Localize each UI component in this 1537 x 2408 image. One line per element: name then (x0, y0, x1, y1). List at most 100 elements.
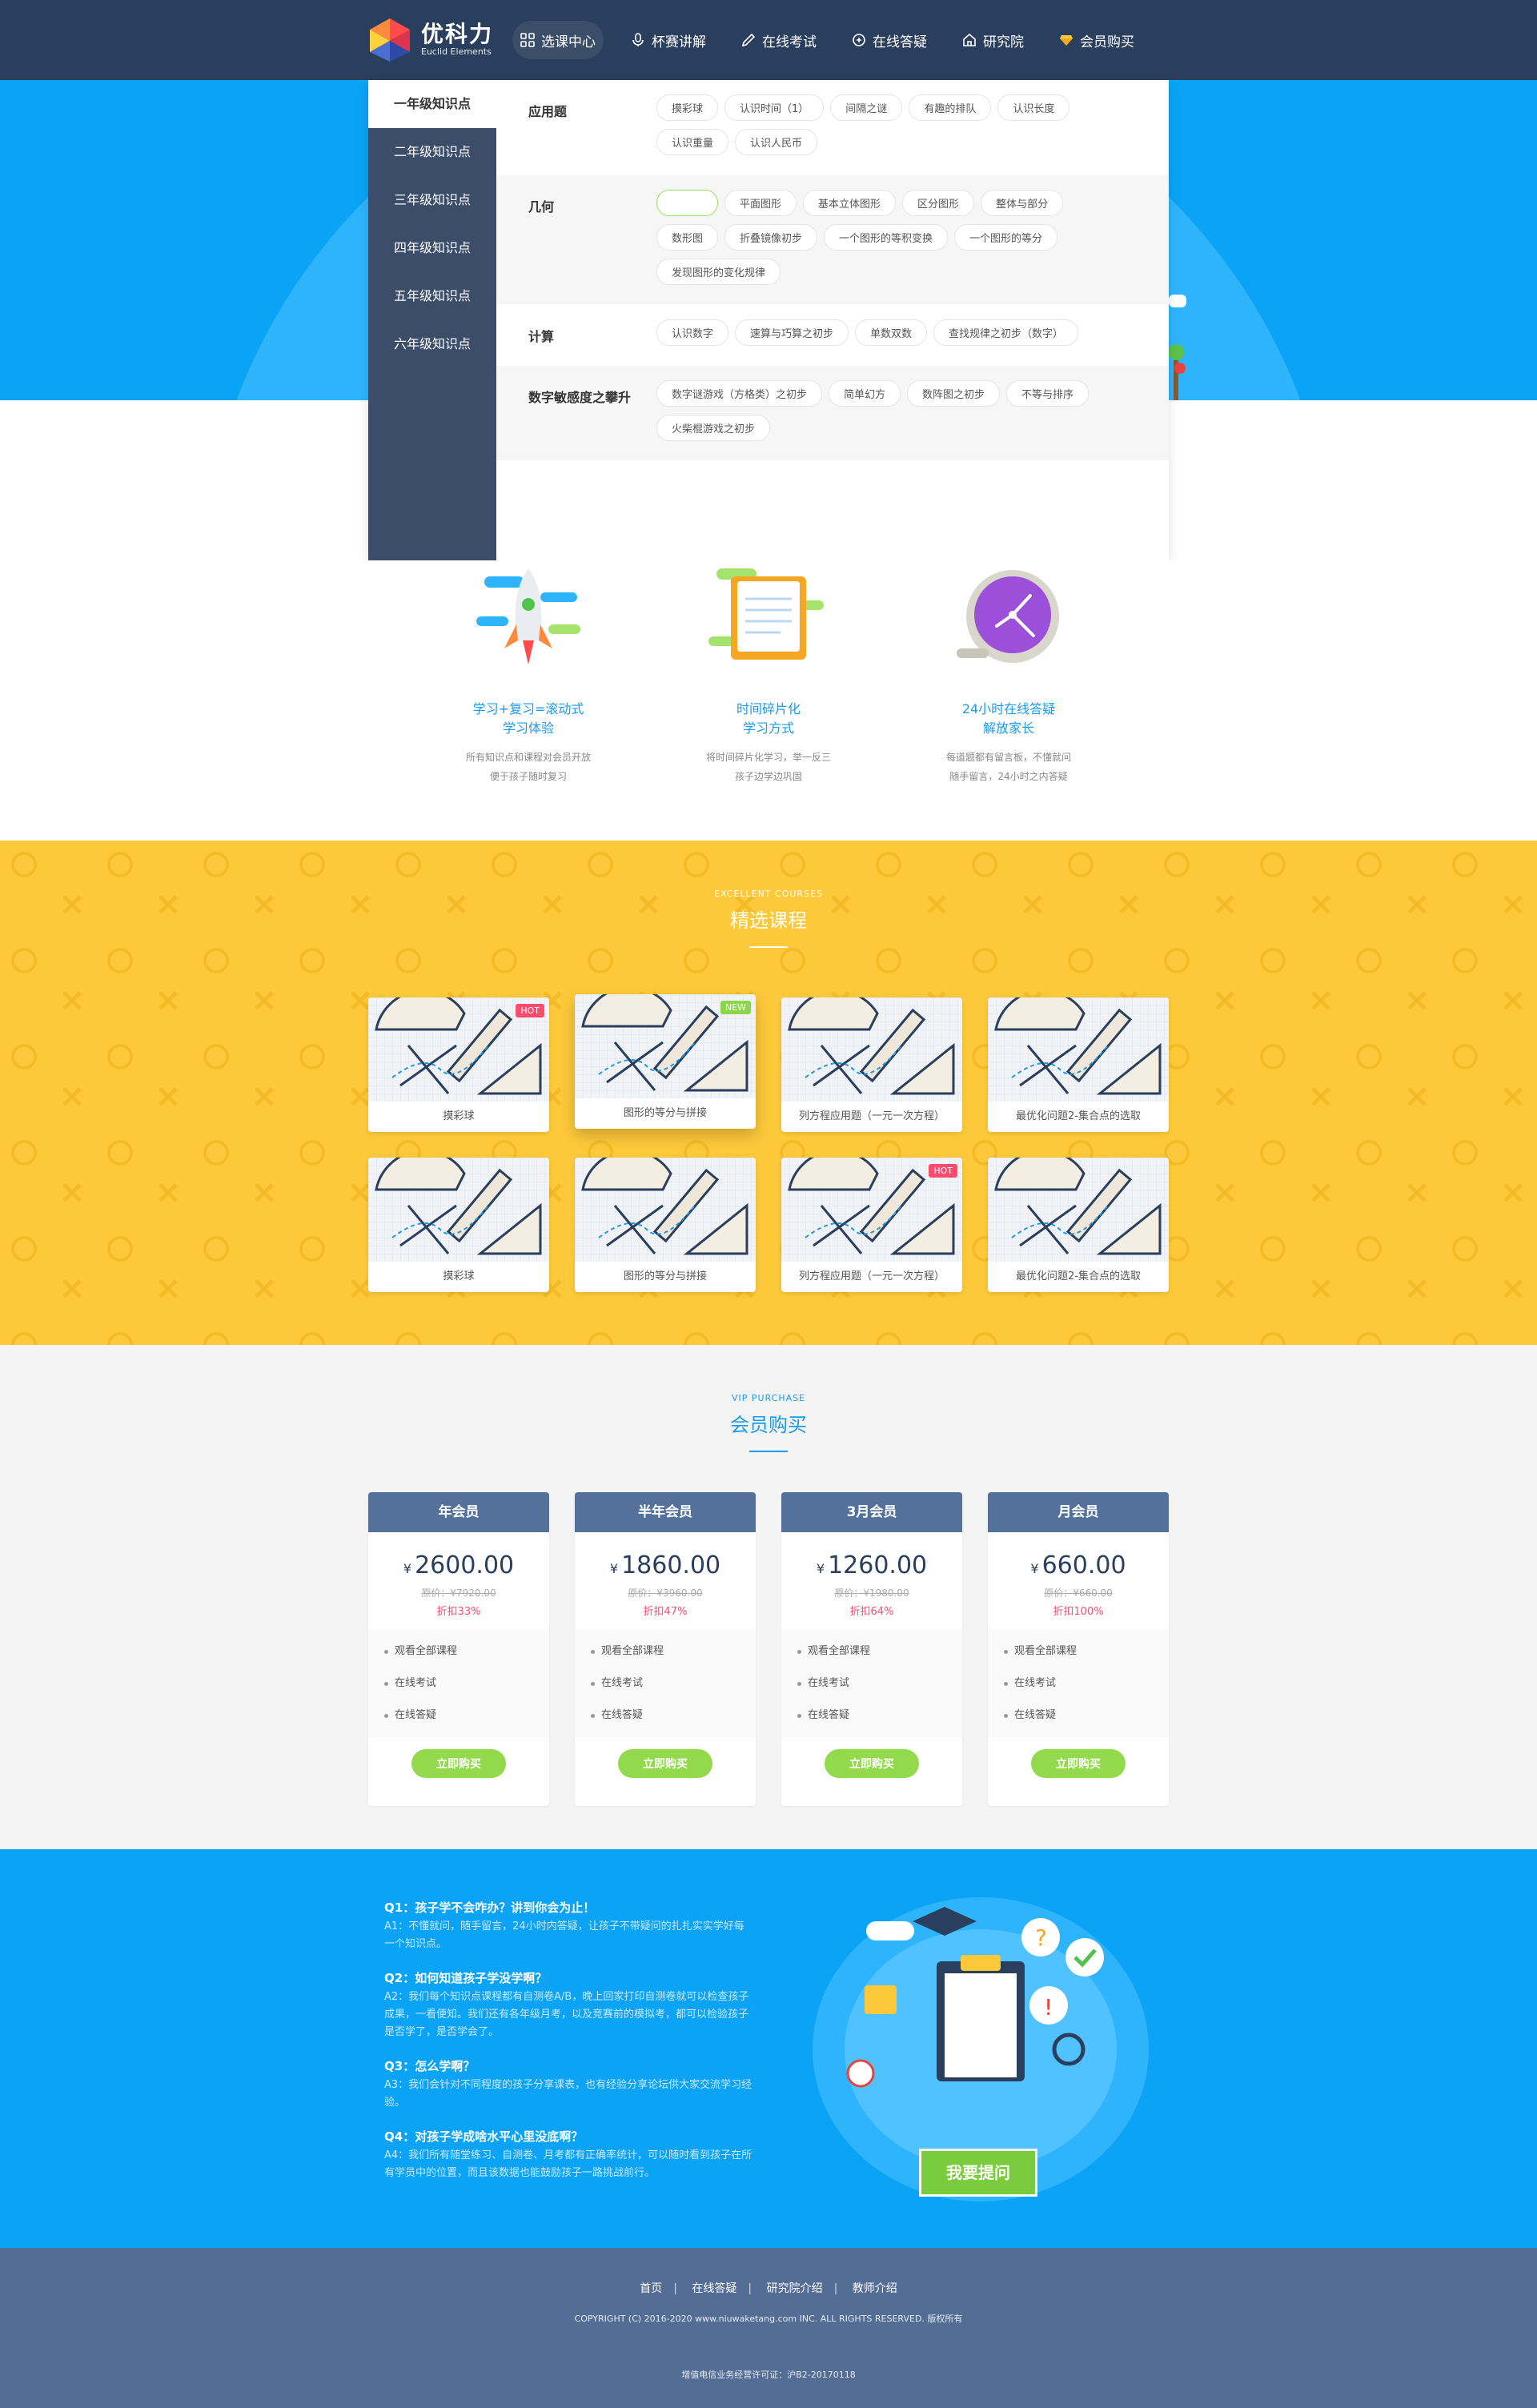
section-title: 精选课程 (730, 909, 807, 932)
buy-now-button[interactable]: 立即购买 (618, 1749, 712, 1778)
knowledge-tag[interactable]: 整体与部分 (981, 190, 1064, 216)
nav-course-center[interactable]: 选课中心 (512, 0, 604, 80)
notebook-icon (708, 568, 824, 660)
feature-item: 24小时在线答疑 解放家长 每道题都有留言板，不懂就问 随手留言，24小时之内答… (913, 560, 1105, 786)
discount-text: 折扣33% (436, 1606, 481, 1618)
course-title: 摸彩球 (443, 1110, 475, 1122)
plan-name: 年会员 (368, 1492, 549, 1532)
course-card[interactable]: HOT 摸彩球 (368, 997, 549, 1132)
course-card[interactable]: 摸彩球 (368, 1158, 549, 1292)
feature-desc: 所有知识点和课程对会员开放 (465, 752, 591, 763)
knowledge-tag[interactable]: 查找规律之初步（数字） (933, 319, 1079, 346)
faq-question: Q3：怎么学啊？ (384, 2059, 476, 2073)
nav-label: 选课中心 (541, 34, 596, 50)
knowledge-tag[interactable]: 认识人民币 (735, 129, 818, 155)
plan-feature: 在线考试 (591, 1668, 756, 1700)
logo-mark-icon (370, 18, 410, 62)
knowledge-tag[interactable]: 发现图形的变化规律 (656, 259, 781, 285)
course-thumbnail: HOT (368, 997, 549, 1102)
grade-item-2[interactable]: 二年级知识点 (368, 128, 496, 176)
plan-card: 半年会员 ¥1860.00 原价：¥3960.00 折扣47% 观看全部课程 在线考试 在线… (575, 1492, 756, 1806)
grade-item-3[interactable]: 三年级知识点 (368, 176, 496, 224)
ask-question-button[interactable]: 我要提问 (919, 2149, 1037, 2197)
buy-now-button[interactable]: 立即购买 (825, 1749, 919, 1778)
knowledge-tag[interactable]: 简单幻方 (829, 380, 901, 407)
category-row: 计算 认识数字 速算与巧算之初步 单数双数 查找规律之初步（数字） (496, 305, 1169, 366)
nav-institute[interactable]: 研究院 (962, 0, 1024, 80)
knowledge-tag[interactable]: 一个图形的等积变换 (824, 224, 949, 251)
knowledge-tag[interactable]: 火柴棍游戏之初步 (656, 415, 771, 441)
discount-text: 折扣100% (1053, 1606, 1104, 1618)
course-card[interactable]: NEW 图形的等分与拼接 (575, 994, 756, 1129)
course-thumbnail (368, 1158, 549, 1262)
feature-subtitle: 解放家长 (982, 720, 1034, 736)
knowledge-tag[interactable]: 速算与巧算之初步 (735, 319, 849, 346)
nav-contest[interactable]: 杯赛讲解 (631, 0, 706, 80)
brand-logo[interactable]: 优科力 Euclid Elements (367, 14, 495, 66)
plan-feature: 观看全部课程 (1004, 1635, 1169, 1668)
knowledge-tag[interactable]: 平面图形 (724, 190, 797, 216)
buy-now-button[interactable]: 立即购买 (411, 1749, 506, 1778)
plan-card: 3月会员 ¥1260.00 原价：¥1980.00 折扣64% 观看全部课程 在线考试 在线… (781, 1492, 962, 1806)
knowledge-tag[interactable]: 单数双数 (855, 319, 928, 346)
geometry-tools-icon (781, 997, 962, 1102)
grade-item-6[interactable]: 六年级知识点 (368, 320, 496, 368)
knowledge-tag[interactable]: 间隔之谜 (830, 94, 903, 121)
page: 优科力 Euclid Elements 选课中心 杯赛讲解 在线考试 在线答疑 (0, 0, 1537, 2408)
feature-desc: 随手留言，24小时之内答疑 (949, 771, 1068, 782)
knowledge-tag[interactable]: 数形图 (656, 224, 719, 251)
footer-link-institute[interactable]: 研究院介绍 (756, 2282, 834, 2295)
nav-label: 会员购买 (1080, 34, 1134, 50)
course-title: 最优化问题2-集合点的选取 (1016, 1270, 1141, 1282)
course-thumbnail (988, 997, 1169, 1102)
nav-online-exam[interactable]: 在线考试 (741, 0, 817, 80)
plan-feature: 在线答疑 (384, 1700, 549, 1732)
geometry-tools-icon (988, 997, 1169, 1102)
knowledge-tag[interactable]: 认识重量 (656, 129, 729, 155)
section-subtitle: VIP PURCHASE (731, 1393, 806, 1403)
course-card[interactable]: 列方程应用题（一元一次方程） (781, 997, 962, 1132)
knowledge-tag[interactable]: 认识长度 (997, 94, 1070, 121)
footer-link-qa[interactable]: 在线答疑 (680, 2282, 748, 2295)
original-price: 原价：¥7920.00 (421, 1587, 496, 1599)
faq-answer: A1：不懂就问，随手留言，24小时内答疑，让孩子不带疑问的扎扎实实学好每一个知识… (384, 1920, 744, 1950)
category-row: 应用题 摸彩球 认识时间（1） 间隔之谜 有趣的排队 认识长度 认识重量 认识人… (496, 80, 1169, 175)
knowledge-tag[interactable]: 数阵图之初步 (907, 380, 1001, 407)
knowledge-tag[interactable]: 区分图形 (902, 190, 975, 216)
course-card[interactable]: 最优化问题2-集合点的选取 (988, 997, 1169, 1132)
nav-online-qa[interactable]: 在线答疑 (852, 0, 927, 80)
feature-desc: 将时间碎片化学习，举一反三 (705, 752, 831, 763)
footer-link-home[interactable]: 首页 (628, 2282, 673, 2295)
plan-features: 观看全部课程 在线考试 在线答疑 (988, 1629, 1169, 1738)
vip-section: VIP PURCHASE 会员购买 年会员 ¥2600.00 原价：¥7920.00… (0, 1345, 1537, 1849)
footer-link-teachers[interactable]: 教师介绍 (841, 2282, 909, 2295)
knowledge-tag[interactable]: 摸彩球 (656, 94, 719, 121)
nav-membership[interactable]: 会员购买 (1059, 0, 1134, 80)
knowledge-tag[interactable]: 数字谜游戏（方格类）之初步 (656, 380, 823, 407)
nav-label: 在线答疑 (873, 34, 927, 50)
grade-item-5[interactable]: 五年级知识点 (368, 272, 496, 320)
original-price: 原价：¥3960.00 (628, 1587, 703, 1599)
course-card[interactable]: HOT 列方程应用题（一元一次方程） (781, 1158, 962, 1292)
hero-decoration (1169, 295, 1186, 307)
knowledge-tag-selected[interactable]: 点线角 (656, 190, 719, 216)
knowledge-tag[interactable]: 认识数字 (656, 319, 729, 346)
course-card[interactable]: 最优化问题2-集合点的选取 (988, 1158, 1169, 1292)
plan-feature: 观看全部课程 (591, 1635, 756, 1668)
grade-item-1[interactable]: 一年级知识点 (368, 80, 496, 128)
knowledge-tag[interactable]: 基本立体图形 (803, 190, 897, 216)
knowledge-tag[interactable]: 认识时间（1） (724, 94, 825, 121)
knowledge-tag[interactable]: 一个图形的等分 (954, 224, 1058, 251)
feature-title: 24小时在线答疑 (961, 701, 1056, 716)
geometry-tools-icon (368, 1158, 549, 1262)
plan-card: 月会员 ¥660.00 原价：¥660.00 折扣100% 观看全部课程 在线考试 在线答疑… (988, 1492, 1169, 1806)
course-card[interactable]: 图形的等分与拼接 (575, 1158, 756, 1292)
grade-item-4[interactable]: 四年级知识点 (368, 224, 496, 272)
plan-feature: 在线答疑 (797, 1700, 962, 1732)
license-text: 增值电信业务经营许可证：沪B2-20170118 (681, 2370, 856, 2380)
knowledge-tag[interactable]: 折叠镜像初步 (724, 224, 818, 251)
discount-text: 折扣47% (643, 1606, 688, 1618)
knowledge-tag[interactable]: 有趣的排队 (909, 94, 992, 121)
knowledge-tag[interactable]: 不等与排序 (1006, 380, 1090, 407)
buy-now-button[interactable]: 立即购买 (1031, 1749, 1126, 1778)
